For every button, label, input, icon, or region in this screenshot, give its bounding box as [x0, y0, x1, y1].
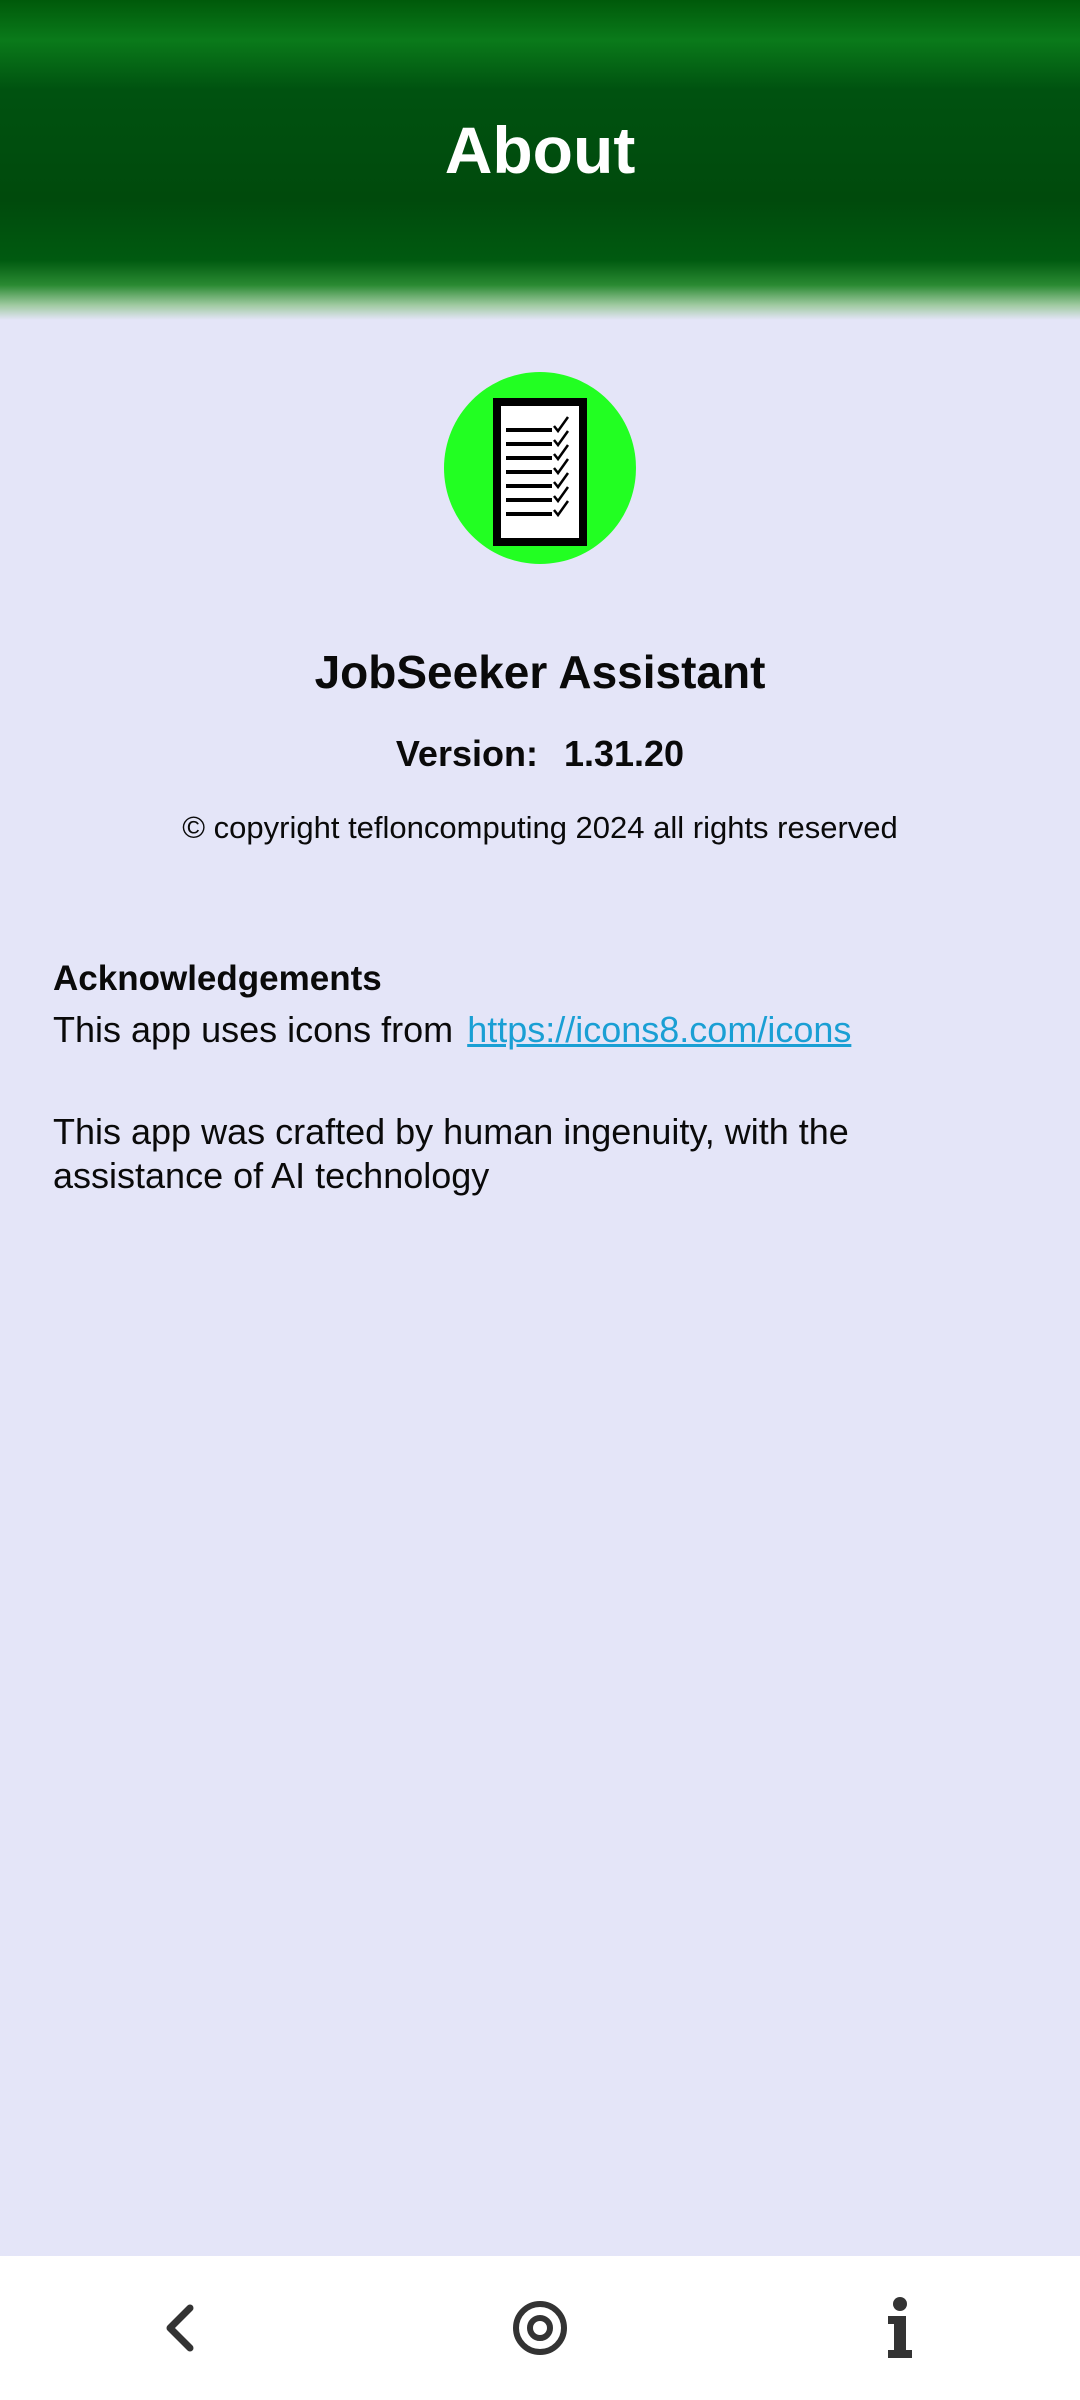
version-label: Version: [395, 733, 538, 774]
home-circle-icon [513, 2301, 567, 2355]
crafted-by-text: This app was crafted by human ingenuity,… [53, 1111, 849, 1196]
icons-credit-line: This app uses icons from https://icons8.… [53, 1004, 851, 1056]
header-bar: About [0, 0, 1080, 320]
acknowledgements-heading: Acknowledgements [53, 959, 382, 998]
icons-credit-text: This app uses icons from [53, 1009, 454, 1050]
copyright-text: © copyright tefloncomputing 2024 all rig… [182, 810, 898, 845]
checklist-document-icon [444, 372, 636, 564]
back-chevron-icon [166, 2304, 194, 2352]
home-button[interactable] [480, 2256, 600, 2400]
app-name: JobSeeker Assistant [314, 646, 766, 698]
version-row: Version: 1.31.20 [0, 728, 1080, 780]
version-value: 1.31.20 [563, 733, 685, 774]
bottom-navigation-bar [0, 2256, 1080, 2400]
info-icon [888, 2297, 912, 2358]
info-button[interactable] [840, 2256, 960, 2400]
page-title: About [444, 113, 636, 187]
app-logo [444, 372, 636, 564]
back-button[interactable] [120, 2256, 240, 2400]
icons8-link[interactable]: https://icons8.com/icons [467, 1009, 851, 1050]
